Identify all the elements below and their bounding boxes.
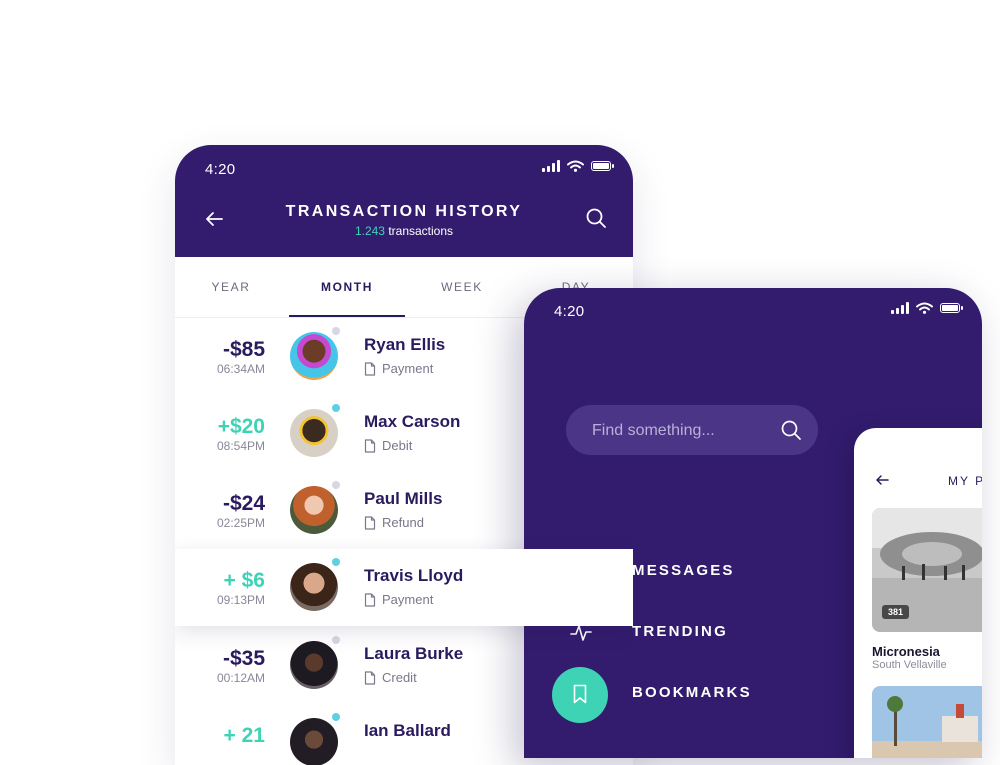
place-location: South Vellaville xyxy=(872,659,947,671)
status-dot xyxy=(332,404,340,412)
transaction-amount: + $6 xyxy=(223,569,265,592)
wifi-icon xyxy=(916,302,933,314)
avatar xyxy=(290,332,338,380)
document-icon xyxy=(364,438,376,453)
document-icon xyxy=(364,361,376,376)
person-name: Laura Burke xyxy=(364,644,464,663)
avatar xyxy=(290,486,338,534)
avatar xyxy=(290,563,338,611)
document-icon xyxy=(364,592,376,607)
person-name: Ryan Ellis xyxy=(364,335,446,354)
transaction-amount: -$35 xyxy=(222,647,265,670)
transaction-type-label: Refund xyxy=(382,515,424,530)
transaction-time: 00:12AM xyxy=(216,671,265,685)
signal-icon xyxy=(891,302,909,314)
status-dot xyxy=(332,713,340,721)
tab-month[interactable]: MONTH xyxy=(289,257,405,317)
photo-count-badge: 381 xyxy=(882,605,910,619)
search-icon[interactable] xyxy=(780,419,802,441)
person-name: Travis Lloyd xyxy=(364,566,464,585)
avatar xyxy=(290,718,338,765)
status-icons xyxy=(891,302,963,314)
transaction-type: Credit xyxy=(364,670,417,685)
person-name: Max Carson xyxy=(364,412,461,431)
menu-label: TRENDING xyxy=(632,623,728,640)
status-dot xyxy=(332,558,340,566)
person-name: Paul Mills xyxy=(364,489,443,508)
transaction-type: Refund xyxy=(364,515,424,530)
app-header: 4:20 TRANSACTION HISTORY 1.243 transacti… xyxy=(175,145,633,257)
transaction-amount: -$24 xyxy=(222,492,265,515)
transaction-type: Debit xyxy=(364,438,412,453)
menu-item-bookmarks[interactable]: BOOKMARKS xyxy=(524,667,844,724)
transaction-count-label: transactions xyxy=(384,224,454,238)
menu-label: MESSAGES xyxy=(632,562,735,579)
places-card: MY P 381 Micronesia South Vellaville xyxy=(854,428,982,758)
tab-year[interactable]: YEAR xyxy=(175,257,287,317)
transaction-row-selected[interactable]: + $6 09:13PM Travis Lloyd Payment xyxy=(175,549,633,626)
transaction-type-label: Payment xyxy=(382,361,434,376)
search-input[interactable] xyxy=(590,405,774,457)
bookmark-icon xyxy=(573,684,587,704)
search-bar xyxy=(566,405,818,457)
document-icon xyxy=(364,670,376,685)
transaction-amount: -$85 xyxy=(222,338,265,361)
transaction-type-label: Credit xyxy=(382,670,417,685)
avatar xyxy=(290,409,338,457)
transaction-amount: + 21 xyxy=(223,724,265,747)
status-time: 4:20 xyxy=(205,161,236,178)
search-icon[interactable] xyxy=(585,207,607,229)
battery-icon xyxy=(591,161,614,171)
status-dot xyxy=(332,636,340,644)
document-icon xyxy=(364,515,376,530)
transaction-time: 02:25PM xyxy=(216,516,265,530)
navigation-menu-screen: 4:20 3 MESSAGES TRENDING xyxy=(524,288,982,758)
transaction-time: 08:54PM xyxy=(216,439,265,453)
status-icons xyxy=(542,160,614,172)
transaction-count: 1.243 transactions xyxy=(175,224,633,238)
transaction-type-label: Debit xyxy=(382,438,413,453)
place-name: Micronesia xyxy=(872,644,940,659)
signal-icon xyxy=(542,160,560,172)
status-dot xyxy=(332,481,340,489)
person-name: Ian Ballard xyxy=(364,721,451,740)
place-photo[interactable]: 381 xyxy=(872,508,982,632)
place-photo[interactable] xyxy=(872,686,982,758)
menu-label: BOOKMARKS xyxy=(632,684,752,701)
status-dot xyxy=(332,327,340,335)
wifi-icon xyxy=(567,160,584,172)
avatar xyxy=(290,641,338,689)
place-photo-image xyxy=(872,686,982,758)
tab-week[interactable]: WEEK xyxy=(405,257,519,317)
status-time: 4:20 xyxy=(554,303,585,320)
active-tab-indicator xyxy=(289,315,405,317)
back-arrow-icon[interactable] xyxy=(874,472,890,488)
transaction-count-value: 1.243 xyxy=(354,224,385,238)
transaction-type: Payment xyxy=(364,592,433,607)
transaction-time: 09:13PM xyxy=(216,593,265,607)
page-title: TRANSACTION HISTORY xyxy=(285,203,523,220)
card-title: MY P xyxy=(948,474,982,488)
transaction-type: Payment xyxy=(364,361,433,376)
battery-icon xyxy=(940,303,963,313)
transaction-type-label: Payment xyxy=(382,592,434,607)
transaction-time: 06:34AM xyxy=(216,362,265,376)
transaction-amount: +$20 xyxy=(217,415,265,438)
